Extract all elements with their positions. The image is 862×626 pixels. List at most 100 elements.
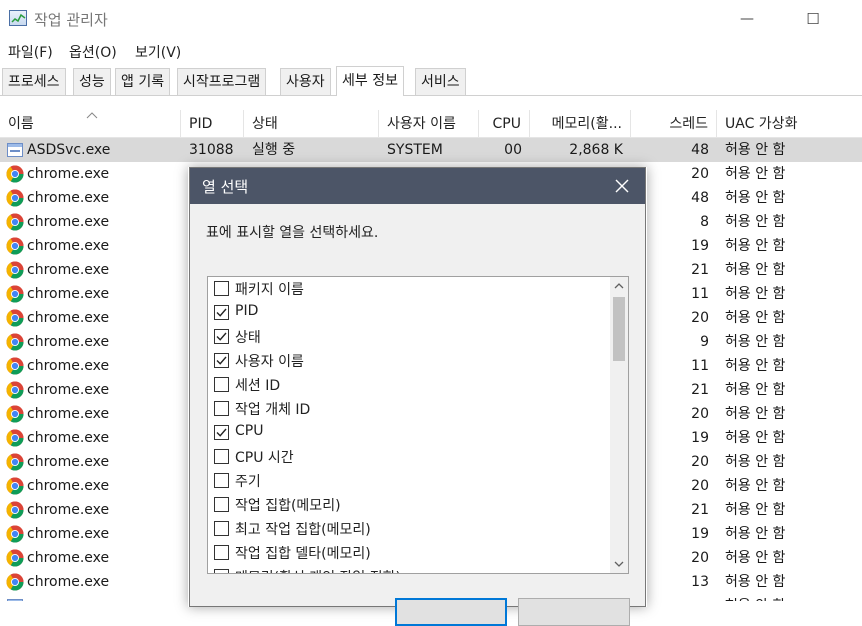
option-checkbox[interactable] (214, 281, 229, 296)
column-header-cpu[interactable]: CPU (479, 110, 530, 138)
column-header-pid[interactable]: PID (181, 110, 244, 138)
cell-pid: 31088 (189, 142, 234, 158)
cell-name: chrome.exe (27, 190, 110, 206)
dialog-description: 표에 표시할 열을 선택하세요. (206, 225, 379, 241)
column-header-memory[interactable]: 메모리(활... (530, 110, 631, 138)
tab-processes[interactable]: 프로세스 (2, 68, 66, 96)
dialog-title-bar: 열 선택 (190, 168, 645, 204)
scroll-up-button[interactable] (610, 277, 628, 295)
cell-name: chrome.exe (27, 238, 110, 254)
dialog-close-button[interactable] (599, 168, 645, 204)
column-option[interactable]: CPU 시간 (214, 445, 609, 469)
option-checkbox[interactable] (214, 329, 229, 344)
cell-uac: 허용 안 함 (725, 334, 786, 350)
tab-divider (0, 95, 862, 96)
column-header-uac[interactable]: UAC 가상화 (717, 110, 862, 138)
column-options-list[interactable]: 패키지 이름 PID 상태 사용자 이름 세션 ID 작업 개체 ID CPU CPU 시간 주… (207, 276, 629, 574)
column-option[interactable]: 작업 집합(메모리) (214, 493, 609, 517)
task-manager-icon (9, 10, 27, 26)
tab-bar: 프로세스 성능 앱 기록 시작프로그램 사용자 세부 정보 서비스 (0, 66, 862, 96)
column-option[interactable]: 세션 ID (214, 373, 609, 397)
tab-services[interactable]: 서비스 (415, 68, 466, 96)
option-label: 작업 집합(메모리) (235, 498, 341, 514)
cell-uac: 허용 안 함 (725, 550, 786, 566)
options-scrollbar[interactable] (610, 277, 628, 573)
option-checkbox[interactable] (214, 353, 229, 368)
cell-threads: 48 (691, 142, 709, 158)
cell-name: chrome.exe (27, 526, 110, 542)
cell-uac: 허용 안 함 (725, 190, 786, 206)
cell-uac: 허용 안 함 (725, 478, 786, 494)
column-option[interactable]: 주기 (214, 469, 609, 493)
select-columns-dialog: 열 선택 표에 표시할 열을 선택하세요. 패키지 이름 PID 상태 사용자 이름 세… (189, 167, 646, 626)
column-option[interactable]: 작업 개체 ID (214, 397, 609, 421)
menu-options[interactable]: 옵션(O) (69, 42, 117, 62)
cell-uac: 허용 안 함 (725, 142, 786, 158)
cell-uac: 허용 안 함 (725, 454, 786, 470)
column-option[interactable]: 최고 작업 집합(메모리) (214, 517, 609, 541)
menu-bar: 파일(F) 옵션(O) 보기(V) (0, 38, 862, 64)
tab-app-history[interactable]: 앱 기록 (115, 68, 171, 96)
window-title: 작업 관리자 (34, 11, 108, 29)
cell-name: chrome.exe (27, 430, 110, 446)
tab-users[interactable]: 사용자 (280, 68, 331, 96)
cell-uac: 허용 안 함 (725, 406, 786, 422)
tab-performance[interactable]: 성능 (73, 68, 111, 96)
cell-uac: 허용 안 함 (725, 358, 786, 374)
menu-view[interactable]: 보기(V) (135, 42, 181, 62)
sort-ascending-icon (86, 111, 98, 122)
option-checkbox[interactable] (214, 377, 229, 392)
column-header-threads[interactable]: 스레드 (631, 110, 717, 138)
column-option[interactable]: 상태 (214, 325, 609, 349)
cell-uac: 허용 안 함 (725, 166, 786, 182)
option-checkbox[interactable] (214, 545, 229, 560)
column-option[interactable]: 메모리(활성 개인 작업 집합) (214, 565, 609, 573)
option-checkbox[interactable] (214, 473, 229, 488)
option-checkbox[interactable] (214, 569, 229, 573)
close-icon (615, 179, 629, 193)
cell-name: chrome.exe (27, 454, 110, 470)
tab-startup[interactable]: 시작프로그램 (177, 68, 267, 96)
column-option[interactable]: 작업 집합 델타(메모리) (214, 541, 609, 565)
cell-uac: 허용 안 함 (725, 574, 786, 590)
cell-uac: 허용 안 함 (725, 262, 786, 278)
table-header: 이름 PID 상태 사용자 이름 CPU 메모리(활... 스레드 UAC 가상… (0, 110, 862, 138)
option-checkbox[interactable] (214, 305, 229, 320)
option-label: 패키지 이름 (235, 282, 304, 298)
column-header-status[interactable]: 상태 (244, 110, 379, 138)
cell-name: chrome.exe (27, 286, 110, 302)
tab-details[interactable]: 세부 정보 (336, 66, 404, 96)
column-option[interactable]: 사용자 이름 (214, 349, 609, 373)
chevron-up-icon (614, 283, 624, 289)
cell-uac: 허용 안 함 (725, 526, 786, 542)
minimize-button[interactable]: — (724, 0, 770, 38)
cell-username: SYSTEM (387, 142, 443, 158)
cell-name: chrome.exe (27, 262, 110, 278)
cell-uac: 허용 안 함 (725, 382, 786, 398)
scroll-thumb[interactable] (613, 297, 625, 361)
option-checkbox[interactable] (214, 401, 229, 416)
maximize-button[interactable]: ☐ (790, 0, 836, 38)
cell-name: chrome.exe (27, 166, 110, 182)
column-option[interactable]: PID (214, 301, 609, 325)
column-option[interactable]: CPU (214, 421, 609, 445)
ok-button[interactable] (395, 598, 507, 626)
table-row[interactable]: ASDSvc.exe 31088 실행 중 SYSTEM 00 2,868 K 48 허용 안… (0, 138, 862, 162)
cell-name: chrome.exe (27, 478, 110, 494)
chevron-down-icon (614, 561, 624, 567)
cell-name: chrome.exe (27, 214, 110, 230)
cell-uac: 허용 안 함 (717, 594, 862, 601)
column-header-username[interactable]: 사용자 이름 (379, 110, 479, 138)
scroll-down-button[interactable] (610, 555, 628, 573)
option-checkbox[interactable] (214, 521, 229, 536)
cell-uac: 허용 안 함 (725, 310, 786, 326)
menu-file[interactable]: 파일(F) (8, 42, 53, 62)
column-option[interactable]: 패키지 이름 (214, 277, 609, 301)
option-checkbox[interactable] (214, 449, 229, 464)
option-checkbox[interactable] (214, 425, 229, 440)
cell-name: chrome.exe (27, 550, 110, 566)
option-label: 작업 개체 ID (235, 402, 311, 418)
option-checkbox[interactable] (214, 497, 229, 512)
cancel-button[interactable] (518, 598, 630, 626)
cell-name: chrome.exe (27, 334, 110, 350)
